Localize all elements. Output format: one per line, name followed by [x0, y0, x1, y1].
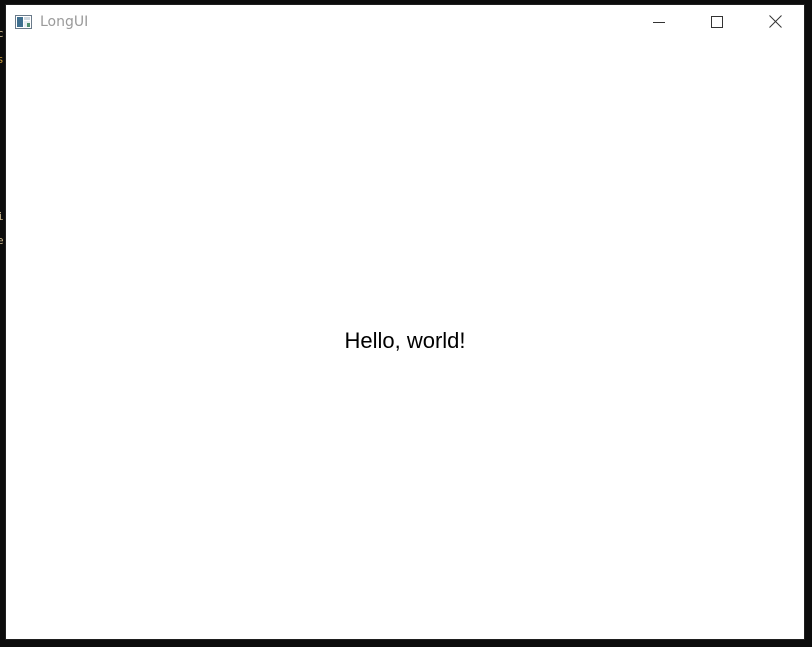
background-text-fragment: s [0, 53, 4, 66]
client-area: Hello, world! [6, 38, 804, 639]
window-title: LongUI [40, 14, 89, 30]
background-text-fragment: i [0, 210, 4, 223]
title-bar[interactable]: LongUI [6, 5, 804, 38]
minimize-icon [653, 16, 665, 28]
close-button[interactable] [746, 5, 804, 38]
app-window-icon [15, 14, 32, 29]
minimize-button[interactable] [630, 5, 688, 38]
background-text-fragment: e [0, 234, 4, 247]
maximize-icon [711, 15, 723, 28]
background-text-fragment: c [0, 27, 4, 40]
hello-label: Hello, world! [344, 328, 466, 353]
maximize-button[interactable] [688, 5, 746, 38]
close-icon [768, 15, 782, 28]
app-window: LongUI Hello, world! [5, 4, 805, 640]
